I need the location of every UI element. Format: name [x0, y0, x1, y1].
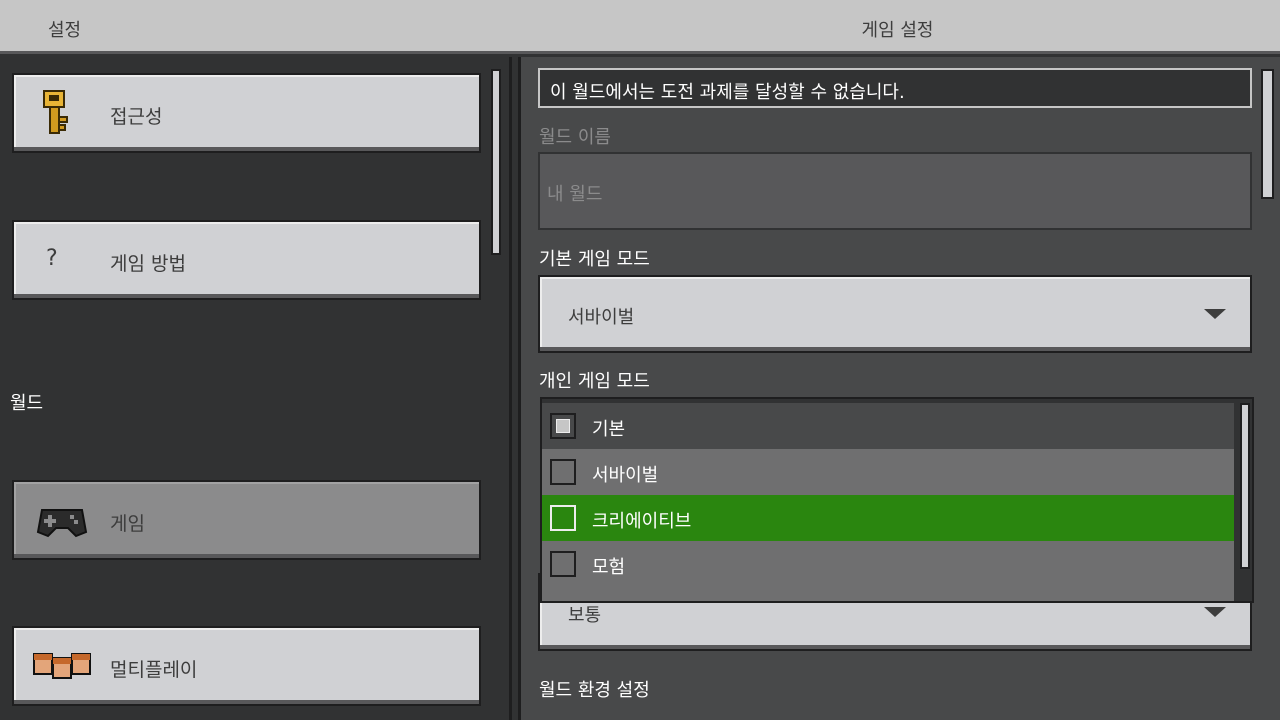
personal-game-mode-label: 개인 게임 모드: [539, 371, 650, 392]
checkbox: [550, 551, 576, 577]
gamepad-icon: [36, 509, 88, 538]
section-world-label: 월드: [10, 393, 44, 414]
option-label: 모험: [592, 557, 626, 578]
default-game-mode-label: 기본 게임 모드: [539, 249, 650, 270]
sidebar-item-label: 접근성: [110, 106, 163, 128]
list-item[interactable]: 기본: [542, 403, 1234, 449]
question-icon: ?: [46, 246, 58, 271]
checkbox: [550, 413, 576, 439]
checkbox: [550, 505, 576, 531]
sidebar-item-multiplayer[interactable]: 멀티플레이: [12, 626, 481, 706]
content-scrollbar[interactable]: [1261, 69, 1274, 199]
list-scrollbar[interactable]: [1240, 403, 1250, 569]
chevron-down-icon: [1204, 607, 1226, 617]
players-icon: [33, 653, 91, 679]
option-label: 크리에이티브: [592, 511, 692, 532]
top-bar: 설정 게임 설정: [0, 0, 1280, 54]
list-item[interactable]: 서바이벌: [542, 449, 1234, 495]
difficulty-value: 보통: [568, 605, 602, 626]
sidebar-item-accessibility[interactable]: 접근성: [12, 73, 481, 153]
world-name-placeholder: 내 월드: [547, 184, 603, 205]
checkbox: [550, 459, 576, 485]
settings-title: 설정: [48, 20, 82, 41]
world-name-input[interactable]: 내 월드: [538, 152, 1252, 230]
option-label: 기본: [592, 419, 626, 440]
key-icon: [43, 90, 68, 134]
sidebar-item-label: 게임 방법: [110, 253, 186, 275]
sidebar-item-game[interactable]: 게임: [12, 480, 481, 560]
list-item[interactable]: 크리에이티브: [542, 495, 1234, 541]
world-name-label: 월드 이름: [539, 127, 611, 148]
sidebar-scrollbar[interactable]: [491, 69, 501, 255]
sidebar-item-how-to-play[interactable]: ? 게임 방법: [12, 220, 481, 300]
game-settings-panel: 이 월드에서는 도전 과제를 달성할 수 없습니다. 월드 이름 내 월드 기본…: [518, 57, 1280, 720]
personal-game-mode-list: 기본 서바이벌 크리에이티브 모험: [540, 397, 1254, 603]
sidebar-item-label: 게임: [110, 513, 145, 535]
settings-sidebar: 접근성 ? 게임 방법 월드 게임 멀티플레이: [0, 57, 512, 720]
list-item[interactable]: 모험: [542, 541, 1234, 601]
sidebar-item-label: 멀티플레이: [110, 659, 198, 681]
default-game-mode-value: 서바이벌: [568, 307, 635, 328]
achievements-warning-banner: 이 월드에서는 도전 과제를 달성할 수 없습니다.: [538, 68, 1252, 108]
check-indicator: [556, 419, 570, 433]
chevron-down-icon: [1204, 309, 1226, 319]
page-title: 게임 설정: [861, 20, 934, 41]
option-label: 서바이벌: [592, 465, 659, 486]
world-environment-label: 월드 환경 설정: [539, 680, 650, 701]
default-game-mode-dropdown[interactable]: 서바이벌: [538, 275, 1252, 353]
